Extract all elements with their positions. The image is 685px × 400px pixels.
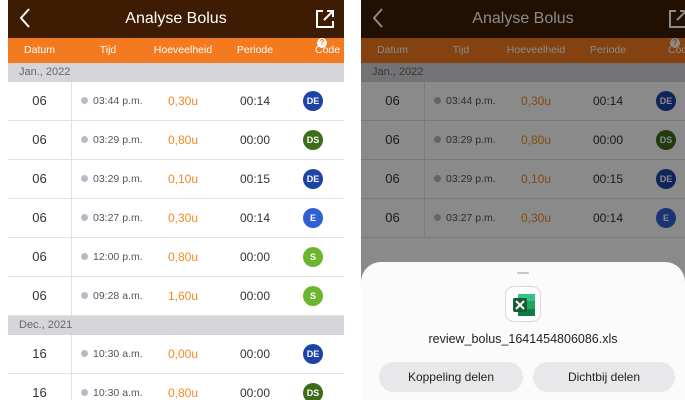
row-time-text: 03:29 p.m. <box>93 134 143 146</box>
row-amount: 0,80u <box>167 133 199 147</box>
row-time: 09:28 a.m. <box>81 277 143 315</box>
row-amount: 0,30u <box>167 211 199 225</box>
row-day: 06 <box>32 93 47 108</box>
row-time-text: 03:27 p.m. <box>93 212 143 224</box>
code-badge: S <box>303 286 323 306</box>
clock-icon <box>81 389 88 396</box>
column-header: Datum Tijd Hoeveelheid Periode Code? <box>8 38 344 63</box>
row-time: 03:27 p.m. <box>81 199 143 237</box>
app-bar: Analyse Bolus <box>8 0 344 38</box>
row-time: 10:30 a.m. <box>81 374 143 400</box>
row-time-text: 09:28 a.m. <box>93 290 143 302</box>
file-name: review_bolus_1641454806086.xls <box>428 332 618 346</box>
code-badge: S <box>303 247 323 267</box>
bolus-row[interactable]: 16 10:30 a.m. 0,00u 00:00 DE <box>8 335 344 374</box>
clock-icon <box>81 136 88 143</box>
row-day: 06 <box>32 132 47 147</box>
code-badge: DS <box>303 130 323 150</box>
bolus-row[interactable]: 06 09:28 a.m. 1,60u 00:00 S <box>8 277 344 316</box>
code-badge: DE <box>303 169 323 189</box>
row-amount: 0,80u <box>167 250 199 264</box>
row-amount: 0,30u <box>167 94 199 108</box>
nearby-share-button[interactable]: Dichtbij delen <box>533 362 675 392</box>
column-divider <box>71 238 72 276</box>
clock-icon <box>81 214 88 221</box>
row-time-text: 03:44 p.m. <box>93 95 143 107</box>
row-period: 00:00 <box>239 347 271 361</box>
month-section-header: Jan., 2022 <box>8 63 344 82</box>
clock-icon <box>81 97 88 104</box>
column-divider <box>71 199 72 237</box>
clock-icon <box>81 253 88 260</box>
row-time: 10:30 a.m. <box>81 335 143 373</box>
col-date: Datum <box>24 44 55 56</box>
column-divider <box>71 335 72 373</box>
column-divider <box>71 160 72 198</box>
row-time: 03:44 p.m. <box>81 82 143 120</box>
row-time: 03:29 p.m. <box>81 160 143 198</box>
code-badge: E <box>303 208 323 228</box>
code-badge: DS <box>303 383 323 400</box>
column-divider <box>71 121 72 159</box>
bolus-row[interactable]: 06 03:27 p.m. 0,30u 00:14 E <box>8 199 344 238</box>
month-section-header: Dec., 2021 <box>8 316 344 335</box>
drag-handle[interactable] <box>517 272 529 274</box>
row-period: 00:14 <box>239 94 271 108</box>
row-period: 00:00 <box>239 250 271 264</box>
row-period: 00:00 <box>239 133 271 147</box>
row-amount: 0,00u <box>167 347 199 361</box>
row-amount: 1,60u <box>167 289 199 303</box>
link-share-button[interactable]: Koppeling delen <box>379 362 523 392</box>
row-period: 00:15 <box>239 172 271 186</box>
code-badge: DE <box>303 91 323 111</box>
row-time: 03:29 p.m. <box>81 121 143 159</box>
bolus-row[interactable]: 16 10:30 a.m. 0,80u 00:00 DS <box>8 374 344 400</box>
row-time-text: 03:29 p.m. <box>93 173 143 185</box>
row-day: 06 <box>32 288 47 303</box>
bolus-row[interactable]: 06 03:44 p.m. 0,30u 00:14 DE <box>8 82 344 121</box>
help-icon[interactable]: ? <box>317 38 327 48</box>
export-icon[interactable] <box>314 8 336 30</box>
share-sheet: review_bolus_1641454806086.xls Koppeling… <box>361 262 685 400</box>
page-title: Analyse Bolus <box>125 10 227 27</box>
row-day: 06 <box>32 210 47 225</box>
code-badge: DE <box>303 344 323 364</box>
row-period: 00:00 <box>239 386 271 400</box>
col-time: Tijd <box>99 44 117 56</box>
col-period: Periode <box>236 44 274 56</box>
row-period: 00:14 <box>239 211 271 225</box>
bolus-row[interactable]: 06 03:29 p.m. 0,80u 00:00 DS <box>8 121 344 160</box>
clock-icon <box>81 292 88 299</box>
row-amount: 0,80u <box>167 386 199 400</box>
col-amount: Hoeveelheid <box>153 44 213 56</box>
column-divider <box>71 82 72 120</box>
row-period: 00:00 <box>239 289 271 303</box>
column-divider <box>71 277 72 315</box>
bolus-row[interactable]: 06 03:29 p.m. 0,10u 00:15 DE <box>8 160 344 199</box>
row-amount: 0,10u <box>167 172 199 186</box>
bolus-row[interactable]: 06 12:00 p.m. 0,80u 00:00 S <box>8 238 344 277</box>
row-time-text: 10:30 a.m. <box>93 348 143 360</box>
clock-icon <box>81 350 88 357</box>
row-day: 16 <box>32 346 47 361</box>
bolus-screen-share: Analyse Bolus Datum Tijd Hoeveelheid Per… <box>361 0 685 400</box>
row-day: 06 <box>32 249 47 264</box>
row-day: 16 <box>32 385 47 400</box>
clock-icon <box>81 175 88 182</box>
row-time-text: 12:00 p.m. <box>93 251 143 263</box>
row-time: 12:00 p.m. <box>81 238 143 276</box>
row-day: 06 <box>32 171 47 186</box>
excel-icon <box>505 286 541 322</box>
bolus-list: Jan., 2022 06 03:44 p.m. 0,30u 00:14 DE 06 03:2… <box>8 63 344 400</box>
bolus-screen: Analyse Bolus Datum Tijd Hoeveelheid Per… <box>8 0 344 400</box>
column-divider <box>71 374 72 400</box>
row-time-text: 10:30 a.m. <box>93 387 143 399</box>
